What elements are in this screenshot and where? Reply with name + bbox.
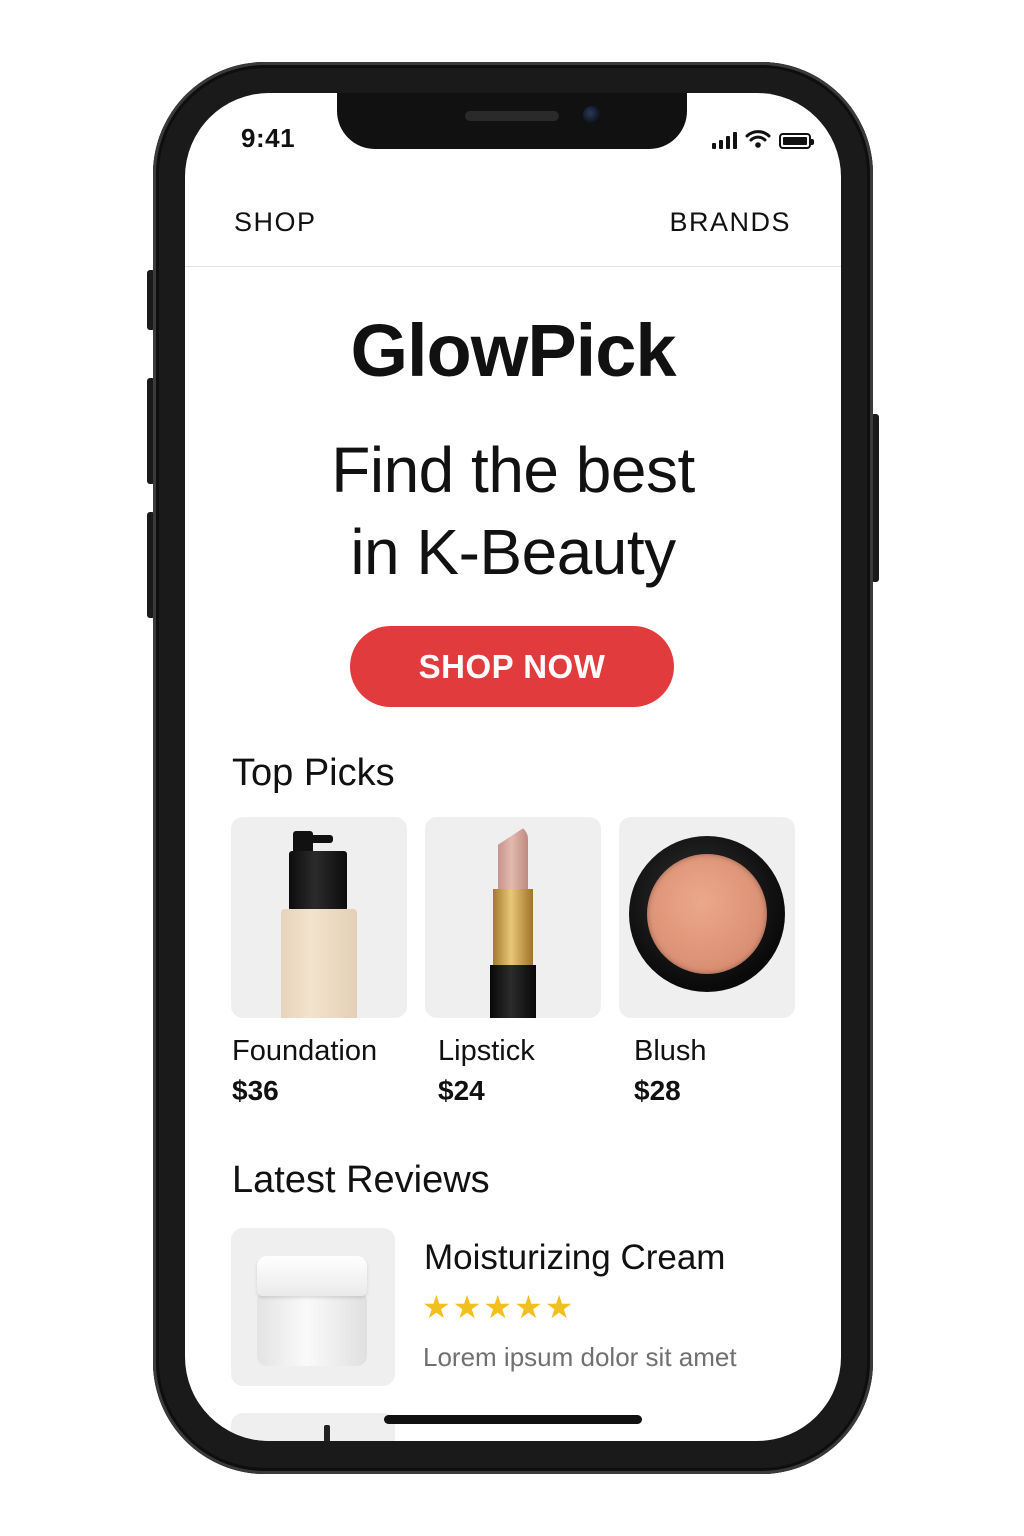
- brand-logo-title: GlowPick: [350, 309, 676, 392]
- stage: 9:41 SHOP BRANDS GlowPick Find the best …: [0, 0, 1024, 1536]
- front-camera: [583, 106, 601, 124]
- product-price: $28: [634, 1075, 681, 1106]
- cream-jar: [257, 1294, 367, 1366]
- lipstick-base: [490, 965, 536, 1018]
- wifi-icon: [745, 130, 771, 148]
- next-review-thumb: [231, 1413, 395, 1441]
- top-picks-heading: Top Picks: [232, 752, 395, 794]
- phone-screen: 9:41 SHOP BRANDS GlowPick Find the best …: [185, 93, 841, 1441]
- product-card-blush[interactable]: Blush $28: [619, 817, 795, 1106]
- foundation-bottle: [281, 909, 357, 1018]
- review-product-name: Moisturizing Cream: [424, 1238, 726, 1277]
- foundation-pump: [289, 851, 347, 911]
- hero-headline: Find the best in K-Beauty: [185, 429, 841, 593]
- nav-brands-link[interactable]: BRANDS: [669, 207, 791, 238]
- notch: [337, 93, 687, 149]
- cream-image: [231, 1228, 395, 1386]
- foundation-pump-top: [293, 831, 313, 853]
- battery-icon: [779, 133, 814, 149]
- home-indicator[interactable]: [384, 1415, 642, 1424]
- speaker: [465, 111, 559, 121]
- review-snippet: Lorem ipsum dolor sit amet: [423, 1342, 737, 1372]
- hero-headline-line2: in K-Beauty: [350, 516, 676, 588]
- blush-image: [619, 817, 795, 1018]
- nav-shop-link[interactable]: SHOP: [234, 207, 317, 238]
- top-nav: SHOP BRANDS: [185, 193, 841, 267]
- product-name: Blush: [634, 1035, 707, 1067]
- shop-now-button[interactable]: SHOP NOW: [350, 626, 674, 707]
- battery-fill: [783, 137, 807, 145]
- lipstick-bullet: [498, 825, 528, 891]
- cream-lid: [257, 1256, 367, 1296]
- status-time: 9:41: [241, 123, 296, 153]
- product-name: Lipstick: [438, 1035, 535, 1067]
- foundation-image: [231, 817, 407, 1018]
- latest-reviews-heading: Latest Reviews: [232, 1159, 490, 1201]
- product-name: Foundation: [232, 1035, 378, 1067]
- blush-pan: [647, 854, 767, 974]
- product-card-foundation[interactable]: Foundation $36: [231, 817, 407, 1106]
- foundation-nozzle: [311, 835, 333, 843]
- lipstick-image: [425, 817, 601, 1018]
- hero-headline-line1: Find the best: [331, 434, 695, 506]
- signal-icon: [712, 131, 737, 149]
- product-card-lipstick[interactable]: Lipstick $24: [425, 817, 601, 1106]
- review-item[interactable]: Moisturizing Cream ★★★★★ Lorem ipsum dol…: [231, 1228, 811, 1388]
- status-icons: [712, 129, 814, 149]
- product-price: $24: [438, 1075, 485, 1106]
- star-rating: ★★★★★: [422, 1289, 576, 1325]
- product-price: $36: [232, 1075, 279, 1106]
- lipstick-gold-sleeve: [493, 889, 533, 967]
